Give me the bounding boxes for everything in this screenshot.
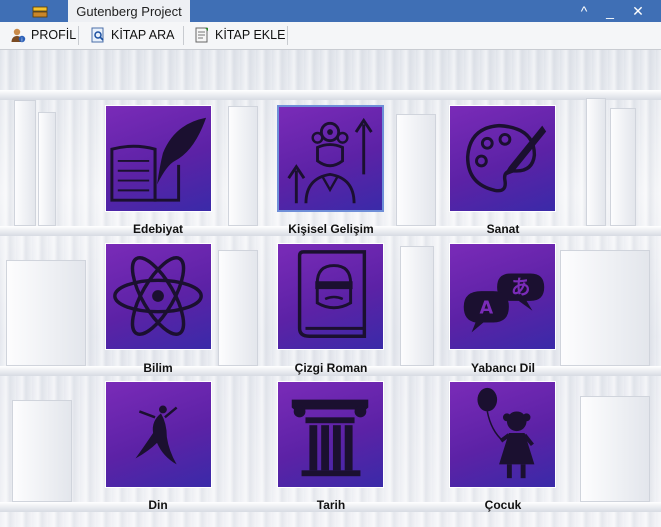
category-bilim-button[interactable]: [105, 243, 212, 350]
shelf-book: [14, 100, 36, 226]
toolbar-divider: [78, 26, 79, 45]
add-book-icon: [195, 27, 208, 43]
shelf-book: [586, 98, 606, 226]
column-icon: [291, 399, 369, 477]
category-sanat-button[interactable]: [449, 105, 556, 212]
profile-label: PROFİL: [31, 28, 77, 42]
profile-button[interactable]: i PROFİL: [4, 24, 82, 46]
palette-icon: [465, 123, 547, 193]
search-book-label: KİTAP ARA: [111, 28, 175, 42]
category-label: Çocuk: [484, 498, 522, 512]
shelf-book: [610, 108, 636, 226]
shelf-book: [12, 400, 72, 502]
shelf-book: [580, 396, 650, 502]
category-label: Edebiyat: [132, 222, 183, 236]
toolbar: i PROFİL KİTAP ARA KİTAP EKLE: [0, 22, 661, 50]
shelf-book: [396, 114, 436, 226]
child-balloon-icon: [477, 387, 535, 479]
category-label: Tarih: [316, 498, 346, 512]
category-din-button[interactable]: [105, 381, 212, 488]
translate-icon: あ A: [463, 273, 545, 333]
svg-text:i: i: [21, 37, 22, 43]
atom-icon: [113, 256, 203, 336]
category-label: Din: [148, 498, 168, 512]
search-book-icon: [91, 27, 104, 43]
category-cizgi-roman-button[interactable]: [277, 243, 384, 350]
close-button[interactable]: ✕: [626, 0, 650, 22]
personal-growth-icon: [287, 117, 373, 204]
shelf-book: [218, 250, 258, 366]
category-label: Yabancı Dil: [470, 361, 536, 375]
whirling-dervish-icon: [135, 405, 178, 465]
category-yabanci-dil-button[interactable]: あ A: [449, 243, 556, 350]
category-panel: Edebiyat Kişisel Gelişim Sanat Bilim Çiz…: [0, 50, 661, 527]
collapse-button[interactable]: ^: [572, 0, 596, 22]
window-title-tab: Gutenberg Project: [68, 0, 190, 22]
add-book-button[interactable]: KİTAP EKLE: [188, 24, 291, 46]
category-label: Bilim: [143, 361, 173, 375]
toolbar-divider: [183, 26, 184, 45]
search-book-button[interactable]: KİTAP ARA: [84, 24, 180, 46]
shelf-book: [6, 260, 86, 366]
category-tarih-button[interactable]: [277, 381, 384, 488]
category-cocuk-button[interactable]: [449, 381, 556, 488]
app-menu-icon[interactable]: [22, 2, 58, 22]
add-book-label: KİTAP EKLE: [215, 28, 286, 42]
svg-text:A: A: [479, 299, 493, 319]
shelf-book: [560, 250, 650, 366]
title-bar: Gutenberg Project ^ _ ✕: [0, 0, 661, 22]
category-edebiyat-button[interactable]: [105, 105, 212, 212]
category-kisisel-gelisim-button[interactable]: [277, 105, 384, 212]
category-label: Kişisel Gelişim: [288, 222, 374, 236]
svg-text:あ: あ: [511, 276, 531, 299]
category-label: Sanat: [486, 222, 520, 236]
shelf-book: [400, 246, 434, 366]
shelf-book: [38, 112, 56, 226]
toolbar-divider: [287, 26, 288, 45]
comic-book-icon: [297, 250, 367, 338]
book-quill-icon: [110, 117, 207, 202]
shelf-book: [228, 106, 258, 226]
user-icon: i: [11, 28, 26, 43]
minimize-button[interactable]: _: [598, 0, 622, 22]
category-label: Çizgi Roman: [294, 361, 368, 375]
shelf: [0, 90, 661, 100]
